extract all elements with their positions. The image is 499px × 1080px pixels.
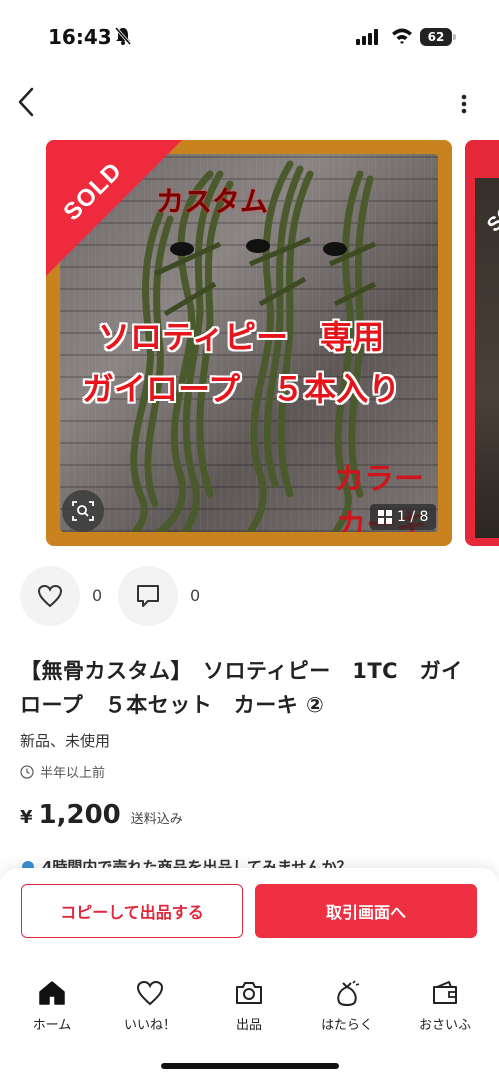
item-title: 【無骨カスタム】 ソロティピー 1TC ガイロープ ５本セット カーキ ②	[20, 659, 463, 717]
comment-button[interactable]	[118, 566, 178, 626]
image-carousel[interactable]: カスタム ソロティピー 専用 ガイロープ ５本入り カラー カーキ SOLD 1…	[0, 140, 499, 550]
home-indicator	[161, 1063, 339, 1069]
camera-icon	[234, 978, 264, 1008]
status-bar: 16:43 62	[0, 0, 499, 70]
heart-icon	[37, 584, 63, 608]
image-text-line1: ソロティピー 専用	[98, 318, 385, 356]
shipping-label: 送料込み	[130, 812, 183, 827]
home-icon	[38, 978, 66, 1008]
page-indicator: 1 / 8	[370, 504, 437, 530]
image-text-color-label: カラー	[334, 462, 424, 497]
comment-icon	[137, 585, 159, 607]
page-indicator-text: 1 / 8	[397, 509, 429, 525]
chevron-left-icon	[18, 87, 34, 117]
tab-home-label: ホーム	[32, 1018, 72, 1033]
battery-level: 62	[420, 28, 452, 46]
tab-bar: ホーム いいね！ 出品 はたらく おさいふ	[0, 978, 499, 1042]
wallet-icon	[431, 978, 459, 1008]
like-count: 0	[92, 586, 103, 605]
product-photo[interactable]: カスタム ソロティピー 専用 ガイロープ ５本入り カラー カーキ SOLD 1…	[46, 140, 452, 546]
comment-count: 0	[190, 586, 201, 605]
price-value: 1,200	[38, 800, 121, 830]
tab-sell-label: 出品	[235, 1018, 262, 1033]
posted-time-text: 半年以上前	[40, 766, 106, 781]
price-symbol: ¥	[20, 807, 33, 828]
tab-wallet-label: おさいふ	[418, 1018, 471, 1033]
status-time: 16:43	[48, 25, 112, 49]
heart-icon	[136, 978, 164, 1008]
image-text-line2: ガイロープ ５本入り	[82, 370, 401, 408]
tab-home[interactable]: ホーム	[12, 978, 92, 1042]
tab-work[interactable]: はたらく	[307, 978, 387, 1042]
more-options-button[interactable]	[452, 90, 476, 118]
tab-work-label: はたらく	[321, 1018, 373, 1033]
like-button[interactable]	[20, 566, 80, 626]
image-search-button[interactable]	[62, 490, 104, 532]
tab-sell[interactable]: 出品	[209, 978, 289, 1042]
next-product-photo[interactable]: SOLD	[465, 140, 499, 546]
tab-wallet[interactable]: おさいふ	[405, 978, 485, 1042]
price-row: ¥ 1,200 送料込み	[20, 800, 183, 830]
item-condition: 新品、未使用	[20, 732, 111, 750]
bottom-sheet: コピーして出品する 取引画面へ ホーム いいね！ 出品 はたらく おさいふ	[0, 868, 499, 1080]
money-bag-icon	[333, 978, 361, 1008]
posted-time: 半年以上前	[20, 762, 105, 781]
vertical-ellipsis-icon	[461, 94, 467, 114]
battery-icon: 62	[420, 28, 456, 46]
tab-likes-label: いいね！	[123, 1018, 176, 1033]
tab-likes[interactable]: いいね！	[110, 978, 190, 1042]
copy-and-list-button[interactable]: コピーして出品する	[21, 884, 243, 938]
trade-screen-button[interactable]: 取引画面へ	[255, 884, 477, 938]
wifi-icon	[391, 27, 413, 49]
back-button[interactable]	[10, 84, 42, 120]
action-row: 0 0	[18, 566, 318, 626]
signal-icon	[356, 29, 380, 49]
lens-search-icon	[72, 501, 94, 521]
grid-icon	[378, 510, 392, 524]
clock-icon	[20, 764, 34, 779]
sold-badge: SOLD	[46, 140, 186, 280]
bell-slash-icon	[114, 26, 132, 50]
